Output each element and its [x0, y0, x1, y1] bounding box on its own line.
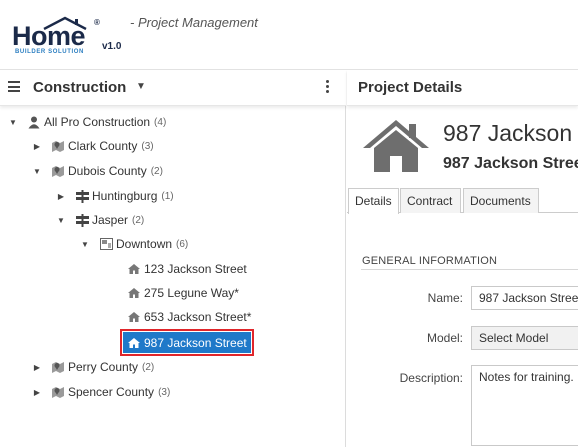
- tree-node-count: (2): [150, 165, 163, 177]
- tree-node-label: Jasper: [92, 213, 129, 227]
- tree-node-123-jackson-street[interactable]: 123 Jackson Street: [127, 259, 247, 279]
- tree-node-spencer-county[interactable]: ▶ Spencer County (3): [32, 382, 170, 402]
- logo-tagline: BUILDER SOLUTION: [15, 49, 84, 55]
- house-icon: [127, 262, 141, 276]
- tree-node-count: (6): [176, 238, 189, 250]
- tree-node-label: Huntingburg: [92, 189, 158, 203]
- project-details-panel: Project Details 987 Jackson 987 Jackson …: [347, 70, 578, 447]
- tree-node-label: 653 Jackson Street*: [144, 310, 252, 324]
- tree-node-label: Downtown: [116, 237, 173, 251]
- tree-node-653-jackson-street[interactable]: 653 Jackson Street*: [127, 307, 251, 327]
- tree-node-label: Perry County: [68, 360, 139, 374]
- tree-node-987-jackson-street-selected[interactable]: 987 Jackson Street: [120, 329, 254, 356]
- signpost-icon: [75, 213, 89, 227]
- tree-node-label: 275 Legune Way*: [144, 286, 239, 300]
- panel-title: Project Details: [358, 79, 463, 96]
- logo-version: v1.0: [102, 41, 122, 52]
- expand-toggle-icon[interactable]: ▼: [8, 118, 18, 127]
- tree-panel-header: Construction ▼: [0, 70, 346, 106]
- tree-node-count: (4): [154, 116, 167, 128]
- map-pin-icon: [51, 139, 65, 153]
- section-divider: [361, 269, 578, 270]
- detail-tabs: Details Contract Documents: [347, 188, 578, 214]
- tree-node-label: Clark County: [68, 139, 138, 153]
- project-address-subheading: 987 Jackson Stree: [443, 155, 578, 172]
- tree-node-count: (1): [161, 190, 174, 202]
- tree-node-label: All Pro Construction: [44, 115, 151, 129]
- tree-node-count: (2): [132, 214, 145, 226]
- company-person-icon: [27, 115, 41, 129]
- expand-toggle-icon[interactable]: ▼: [80, 240, 90, 249]
- logo-word: Home: [12, 21, 86, 51]
- expand-toggle-icon[interactable]: ▶: [32, 142, 42, 151]
- tree-node-275-legune-way[interactable]: 275 Legune Way*: [127, 283, 239, 303]
- tree-node-label: 987 Jackson Street: [144, 335, 247, 350]
- app-subtitle: - Project Management: [130, 15, 258, 30]
- model-select[interactable]: Select Model: [471, 326, 578, 350]
- expand-toggle-icon[interactable]: ▶: [32, 363, 42, 372]
- tree-panel: Construction ▼ ▼ All Pro Construction (4…: [0, 70, 346, 447]
- tab-details[interactable]: Details: [348, 188, 399, 214]
- tree-node-downtown[interactable]: ▼ Downtown (6): [80, 234, 188, 254]
- tree-node-label: Dubois County: [68, 164, 147, 178]
- company-selector-label[interactable]: Construction: [33, 79, 126, 96]
- tab-documents[interactable]: Documents: [463, 188, 539, 213]
- tree-node-label: Spencer County: [68, 385, 155, 399]
- project-details-header: Project Details: [347, 70, 578, 106]
- expand-toggle-icon[interactable]: ▼: [56, 216, 66, 225]
- description-field-label: Description:: [399, 371, 463, 385]
- tree-node-dubois-county[interactable]: ▼ Dubois County (2): [32, 161, 163, 181]
- name-field[interactable]: 987 Jackson Street: [471, 286, 578, 310]
- house-icon: [127, 286, 141, 300]
- tree-node-all-pro-construction[interactable]: ▼ All Pro Construction (4): [8, 112, 166, 132]
- tree-node-count: (3): [141, 140, 154, 152]
- project-name-heading: 987 Jackson: [443, 120, 573, 146]
- app-window: Home ® BUILDER SOLUTION v1.0 - Project M…: [0, 0, 578, 447]
- hamburger-menu-icon[interactable]: [8, 81, 20, 92]
- tree-node-label: 123 Jackson Street: [144, 262, 247, 276]
- expand-toggle-icon[interactable]: ▶: [32, 388, 42, 397]
- tree-node-clark-county[interactable]: ▶ Clark County (3): [32, 136, 154, 156]
- caret-down-icon[interactable]: ▼: [136, 81, 146, 92]
- app-header: Home ® BUILDER SOLUTION v1.0 - Project M…: [0, 0, 578, 70]
- map-pin-icon: [51, 385, 65, 399]
- subdivision-map-icon: [99, 237, 113, 251]
- tree-node-huntingburg[interactable]: ▶ Huntingburg (1): [56, 186, 174, 206]
- name-field-label: Name:: [427, 291, 463, 305]
- section-heading-general-information: GENERAL INFORMATION: [362, 255, 498, 267]
- tree-node-count: (3): [158, 386, 171, 398]
- house-icon: [127, 336, 141, 350]
- expand-toggle-icon[interactable]: ▶: [56, 192, 66, 201]
- model-field-label: Model:: [426, 331, 463, 345]
- house-icon: [127, 310, 141, 324]
- tab-contract[interactable]: Contract: [400, 188, 461, 213]
- signpost-icon: [75, 189, 89, 203]
- tree-node-jasper[interactable]: ▼ Jasper (2): [56, 210, 144, 230]
- tree-node-count: (2): [142, 361, 155, 373]
- kebab-menu-icon[interactable]: [324, 80, 330, 94]
- map-pin-icon: [51, 164, 65, 178]
- logo-registered-mark: ®: [94, 18, 100, 27]
- description-textarea[interactable]: Notes for training.: [471, 365, 578, 446]
- map-pin-icon: [51, 360, 65, 374]
- large-house-icon: [363, 120, 429, 172]
- expand-toggle-icon[interactable]: ▼: [32, 167, 42, 176]
- home-builder-logo: Home ® BUILDER SOLUTION v1.0: [12, 14, 124, 56]
- tree-node-perry-county[interactable]: ▶ Perry County (2): [32, 357, 154, 377]
